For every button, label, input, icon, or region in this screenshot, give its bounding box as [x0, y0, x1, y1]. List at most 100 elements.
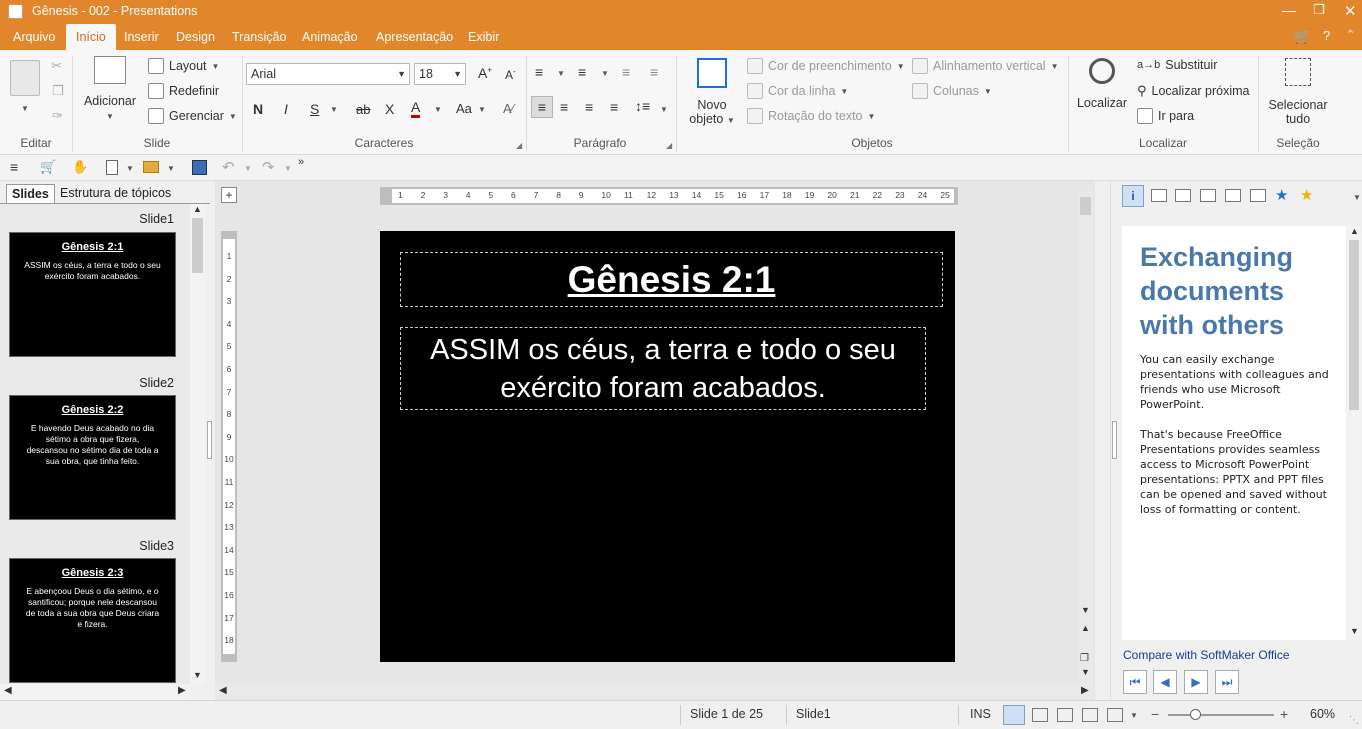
- add-slide-button[interactable]: Adicionar ▼: [82, 56, 138, 122]
- first-page-icon[interactable]: ⏮: [1123, 670, 1147, 694]
- slide-thumbnail[interactable]: Gênesis 2:3 E abençoou Deus o dia sétimo…: [9, 558, 176, 683]
- chart-icon[interactable]: [1200, 189, 1216, 202]
- properties-icon[interactable]: [1175, 189, 1191, 202]
- layout-button[interactable]: Layout ▼: [148, 58, 219, 74]
- zoom-in-icon[interactable]: +: [1280, 706, 1288, 722]
- slide-canvas[interactable]: Gênesis 2:1 ASSIM os céus, a terra e tod…: [380, 231, 955, 662]
- clear-formatting-icon[interactable]: X: [385, 101, 394, 117]
- save-icon[interactable]: [192, 160, 207, 175]
- scroll-thumb[interactable]: [192, 218, 203, 273]
- info-icon[interactable]: i: [1122, 185, 1144, 207]
- tab-outline[interactable]: Estrutura de tópicos: [55, 184, 176, 203]
- scroll-up-icon[interactable]: ▲: [1350, 226, 1359, 236]
- favorite-star-icon[interactable]: ★: [1300, 186, 1313, 204]
- slide-body-placeholder[interactable]: ASSIM os céus, a terra e todo o seu exér…: [400, 327, 926, 410]
- find-next-button[interactable]: ⚲ Localizar próxima: [1137, 83, 1250, 99]
- character-format-icon[interactable]: A⁄: [503, 101, 514, 116]
- vertical-ruler[interactable]: 1 2 3 4 5 6 7 8 9 10 11 12 13 14 15 16 17 18: [221, 231, 237, 662]
- tab-slides[interactable]: Slides: [6, 184, 55, 203]
- layout-pane-icon[interactable]: [1225, 189, 1241, 202]
- bullets-dropdown-icon[interactable]: ▼: [557, 69, 565, 78]
- scroll-right-icon[interactable]: ▶: [178, 685, 186, 696]
- scroll-right-icon[interactable]: ▶: [1081, 685, 1089, 696]
- insert-mode[interactable]: INS: [970, 707, 991, 721]
- bullets-icon[interactable]: ≡: [535, 64, 543, 80]
- next-page-icon[interactable]: ▶: [1184, 670, 1208, 694]
- font-name-combo[interactable]: Arial ▼: [246, 63, 410, 85]
- justify-icon[interactable]: ≡: [610, 99, 618, 115]
- compare-link[interactable]: Compare with SoftMaker Office: [1123, 648, 1290, 662]
- paste-dropdown-icon[interactable]: ▼: [21, 104, 29, 113]
- object-mode-icon[interactable]: ❐: [1080, 653, 1089, 664]
- increase-indent-icon[interactable]: ≡: [650, 64, 658, 80]
- tab-inicio[interactable]: Início: [66, 24, 116, 50]
- find-button[interactable]: Localizar: [1074, 56, 1130, 110]
- tab-exibir[interactable]: Exibir: [462, 24, 505, 50]
- paste-icon[interactable]: [10, 60, 40, 96]
- font-color-icon[interactable]: A: [411, 100, 421, 118]
- select-all-button[interactable]: Selecionar tudo: [1266, 56, 1330, 126]
- decrease-indent-icon[interactable]: ≡: [622, 64, 630, 80]
- slide-sorter-icon[interactable]: [1032, 708, 1048, 722]
- last-page-icon[interactable]: ⏭: [1215, 670, 1239, 694]
- line-spacing-dropdown-icon[interactable]: ▼: [660, 105, 668, 114]
- new-document-icon[interactable]: [106, 160, 118, 175]
- previous-page-icon[interactable]: ◀: [1153, 670, 1177, 694]
- pane-splitter[interactable]: [207, 421, 212, 459]
- insert-icon[interactable]: [1250, 189, 1266, 202]
- sidebar-menu-dropdown-icon[interactable]: ▼: [1353, 193, 1361, 202]
- cart-icon[interactable]: 🛒: [40, 159, 56, 175]
- new-dropdown-icon[interactable]: ▼: [126, 164, 134, 173]
- hand-icon[interactable]: ✋: [72, 159, 88, 175]
- change-case-dropdown-icon[interactable]: ▼: [478, 105, 486, 114]
- undo-dropdown-icon[interactable]: ▼: [244, 164, 252, 173]
- align-left-icon[interactable]: ≡: [531, 96, 553, 118]
- zoom-level[interactable]: 60%: [1310, 707, 1335, 721]
- undo-icon[interactable]: ↶: [222, 158, 235, 176]
- thumbnail-hscrollbar[interactable]: ◀ ▶: [0, 684, 190, 699]
- previous-page-icon[interactable]: ▲: [1081, 623, 1090, 633]
- numbering-dropdown-icon[interactable]: ▼: [601, 69, 609, 78]
- editor-vscrollbar[interactable]: ▼ ▲ ❐ ▼: [1078, 191, 1093, 687]
- reset-button[interactable]: Redefinir: [148, 83, 219, 99]
- menu-icon[interactable]: ≡: [10, 159, 18, 175]
- open-dropdown-icon[interactable]: ▼: [167, 164, 175, 173]
- zoom-slider-track[interactable]: [1168, 714, 1274, 716]
- vertical-align-button[interactable]: Alinhamento vertical ▼: [912, 58, 1058, 74]
- shrink-font-icon[interactable]: A-: [505, 67, 516, 82]
- replace-button[interactable]: a→b Substituir: [1137, 58, 1217, 72]
- next-page-icon[interactable]: ▼: [1081, 667, 1090, 677]
- slide-title-placeholder[interactable]: Gênesis 2:1: [400, 252, 943, 307]
- tab-design[interactable]: Design: [170, 24, 221, 50]
- go-to-button[interactable]: Ir para: [1137, 108, 1194, 124]
- slideshow-icon[interactable]: [1107, 708, 1123, 722]
- scroll-thumb[interactable]: [1349, 240, 1359, 410]
- horizontal-ruler[interactable]: 1 2 3 4 5 6 7 8 9 10 11 12 13 14 15 16 17 18 19 20 21 22 23 24 2…: [380, 187, 958, 205]
- redo-icon[interactable]: ↷: [262, 158, 275, 176]
- scroll-down-icon[interactable]: ▼: [193, 670, 202, 680]
- dialog-launcher-icon[interactable]: ◢: [516, 141, 522, 150]
- collapse-ribbon-icon[interactable]: ⌃: [1346, 28, 1355, 41]
- grow-font-icon[interactable]: A+: [478, 65, 492, 81]
- ruler-corner-icon[interactable]: +: [221, 187, 237, 203]
- line-color-button[interactable]: Cor da linha ▼: [747, 83, 848, 99]
- open-folder-icon[interactable]: [143, 161, 159, 173]
- tab-transicao[interactable]: Transição: [226, 24, 292, 50]
- scroll-thumb[interactable]: [1080, 197, 1091, 215]
- fill-color-button[interactable]: Cor de preenchimento ▼: [747, 58, 905, 74]
- cut-icon[interactable]: ✂: [51, 58, 62, 74]
- thumbnail-scrollbar[interactable]: ▲ ▼: [190, 204, 205, 684]
- format-painter-icon[interactable]: ✑: [52, 108, 63, 124]
- font-color-dropdown-icon[interactable]: ▼: [434, 105, 442, 114]
- restore-icon[interactable]: ❐: [1313, 2, 1325, 18]
- slide-thumbnail[interactable]: Gênesis 2:1 ASSIM os céus, a terra e tod…: [9, 232, 176, 357]
- align-right-icon[interactable]: ≡: [585, 99, 593, 115]
- scroll-down-icon[interactable]: ▼: [1350, 626, 1359, 636]
- zoom-slider-thumb[interactable]: [1190, 709, 1201, 720]
- copy-icon[interactable]: ❐: [52, 83, 64, 99]
- editor-hscrollbar[interactable]: ◀ ▶: [215, 684, 1093, 699]
- line-spacing-icon[interactable]: ↕≡: [635, 98, 650, 114]
- table-icon[interactable]: [1151, 189, 1167, 202]
- scroll-left-icon[interactable]: ◀: [219, 685, 227, 696]
- more-commands-icon[interactable]: »: [298, 156, 304, 168]
